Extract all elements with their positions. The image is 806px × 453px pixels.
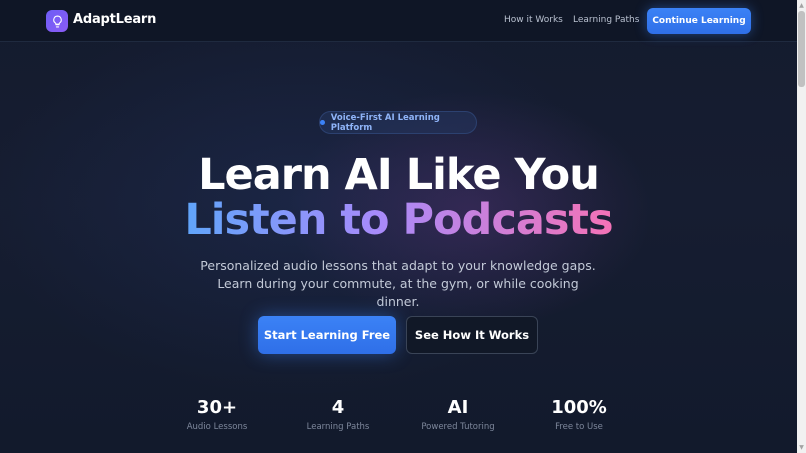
see-how-it-works-button[interactable]: See How It Works bbox=[406, 316, 538, 354]
stat-value: 100% bbox=[551, 397, 607, 418]
stat-label: Audio Lessons bbox=[186, 422, 248, 432]
page-scrollbar[interactable]: ▲ ▼ bbox=[797, 0, 806, 453]
platform-badge: Voice-First AI Learning Platform bbox=[319, 111, 477, 134]
lightbulb-icon bbox=[52, 15, 62, 27]
brand-name[interactable]: AdaptLearn bbox=[73, 12, 156, 27]
stat-label: Free to Use bbox=[555, 422, 603, 432]
landing-page: AdaptLearn How it Works Learning Paths C… bbox=[0, 0, 797, 453]
scroll-up-arrow-icon[interactable]: ▲ bbox=[798, 1, 805, 10]
top-navbar: AdaptLearn How it Works Learning Paths C… bbox=[0, 0, 797, 42]
stat-audio-lessons: 30+ Audio Lessons bbox=[162, 397, 272, 432]
badge-text: Voice-First AI Learning Platform bbox=[330, 112, 440, 133]
stat-value: AI bbox=[447, 397, 469, 418]
stat-powered-tutoring: AI Powered Tutoring bbox=[403, 397, 513, 432]
logo[interactable] bbox=[46, 10, 68, 32]
hero-title-line1: Learn AI Like You bbox=[198, 150, 600, 200]
stat-learning-paths: 4 Learning Paths bbox=[283, 397, 393, 432]
continue-learning-button[interactable]: Continue Learning bbox=[647, 8, 751, 34]
nav-how-it-works[interactable]: How it Works bbox=[504, 15, 563, 25]
nav-learning-paths[interactable]: Learning Paths bbox=[573, 15, 639, 25]
hero-title-line2-wrapper: Listen to Podcasts bbox=[0, 197, 797, 243]
hero-title-line2: Listen to Podcasts bbox=[184, 195, 613, 245]
hero-subtitle: Personalized audio lessons that adapt to… bbox=[200, 258, 596, 309]
start-learning-button[interactable]: Start Learning Free bbox=[258, 316, 396, 354]
scroll-down-arrow-icon[interactable]: ▼ bbox=[798, 443, 805, 452]
stat-value: 30+ bbox=[196, 397, 238, 418]
badge-dot-icon bbox=[320, 120, 325, 125]
stat-value: 4 bbox=[331, 397, 345, 418]
stat-label: Powered Tutoring bbox=[421, 422, 495, 432]
stat-label: Learning Paths bbox=[306, 422, 370, 432]
scroll-thumb[interactable] bbox=[798, 11, 805, 87]
stat-free-to-use: 100% Free to Use bbox=[524, 397, 634, 432]
